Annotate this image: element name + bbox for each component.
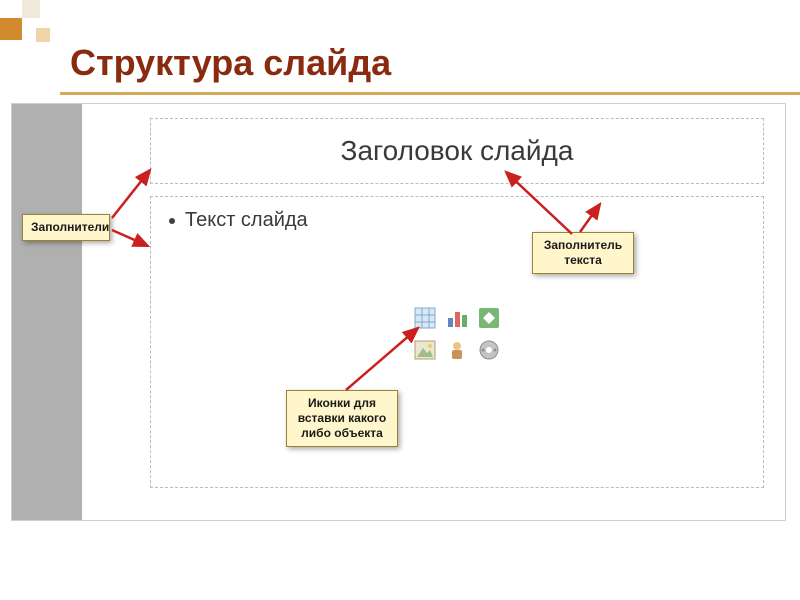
slide-title-text: Заголовок слайда (341, 135, 574, 167)
bullet-row: Текст слайда (169, 209, 745, 232)
title-underline (60, 92, 800, 95)
deco-square (22, 0, 40, 18)
callout-icons: Иконки для вставки какого либо объекта (286, 390, 398, 447)
media-icon[interactable] (476, 337, 502, 363)
table-icon[interactable] (412, 305, 438, 331)
slide-panel: Заголовок слайда Текст слайда (11, 103, 786, 521)
panel-gutter (12, 104, 82, 520)
bullet-icon (169, 218, 175, 224)
clipart-icon[interactable] (444, 337, 470, 363)
bullet-text: Текст слайда (185, 209, 308, 232)
callout-text-fill: Заполнитель текста (532, 232, 634, 274)
picture-icon[interactable] (412, 337, 438, 363)
insert-icon-grid (407, 305, 507, 363)
deco-square (0, 18, 22, 40)
slide-body-placeholder[interactable]: Текст слайда (150, 196, 764, 488)
page-title: Структура слайда (70, 42, 391, 84)
callout-placeholders: Заполнители (22, 214, 110, 241)
deco-square (36, 28, 50, 42)
slide-title-placeholder[interactable]: Заголовок слайда (150, 118, 764, 184)
decorative-squares (0, 0, 70, 55)
smartart-icon[interactable] (476, 305, 502, 331)
chart-icon[interactable] (444, 305, 470, 331)
